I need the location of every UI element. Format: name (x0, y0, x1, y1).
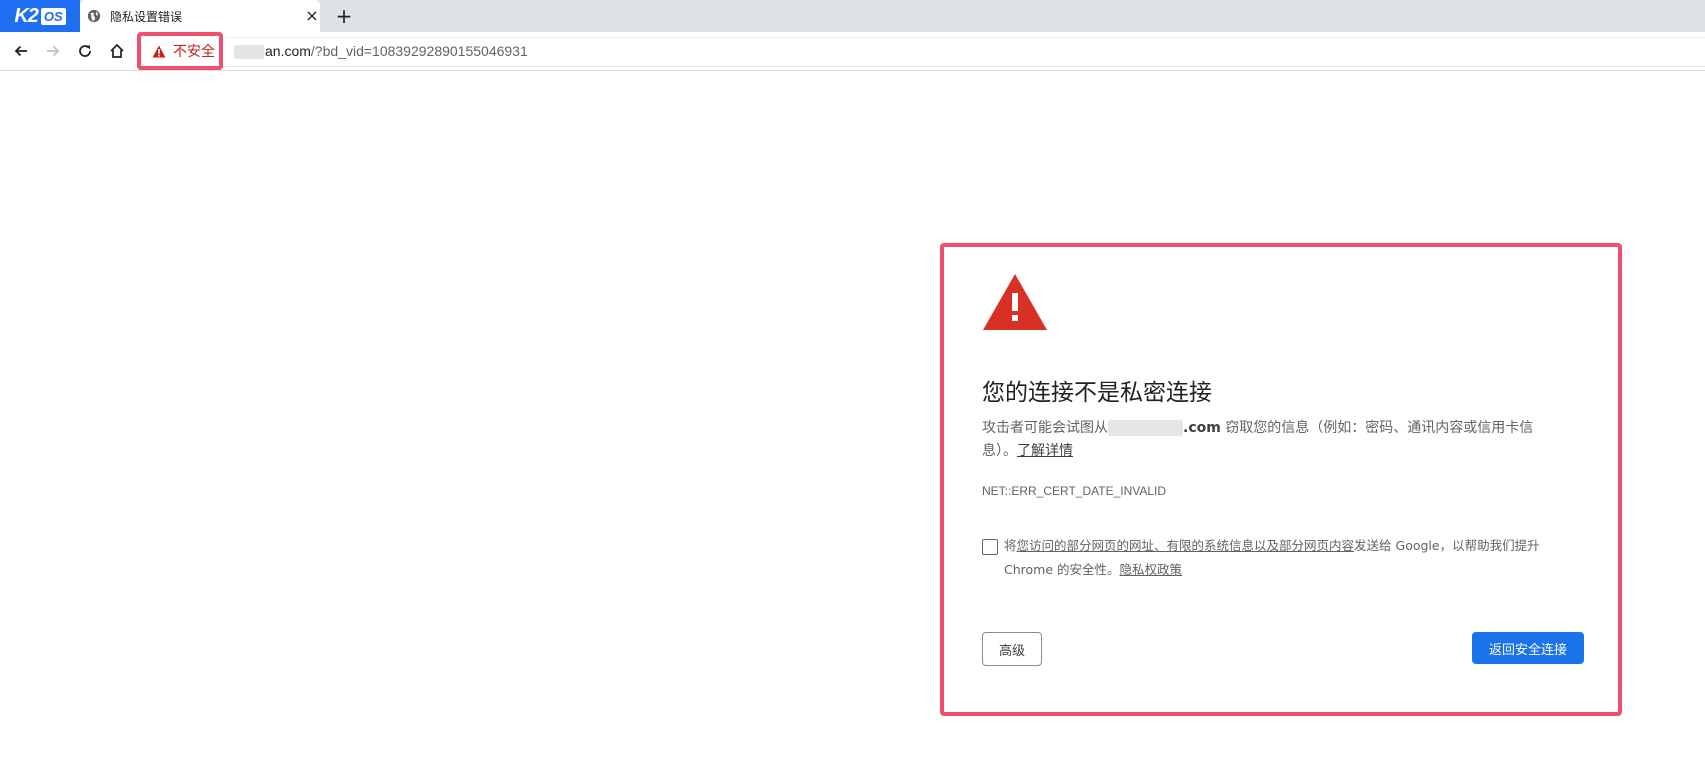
error-description: 攻击者可能会试图从 .com 窃取您的信息（例如：密码、通讯内容或信用卡信息）。了… (982, 417, 1562, 463)
forward-button[interactable] (42, 40, 64, 62)
report-optin-text: 将您访问的部分网页的网址、有限的系统信息以及部分网页内容发送给 Google，以… (1004, 534, 1584, 582)
back-arrow-icon (14, 45, 27, 57)
not-secure-label: 不安全 (173, 44, 215, 60)
optin-details-link[interactable]: 您访问的部分网页的网址、有限的系统信息以及部分网页内容 (1017, 538, 1355, 553)
warning-triangle-icon (152, 45, 166, 57)
not-secure-chip[interactable]: 不安全 (137, 32, 223, 70)
tab-title: 隐私设置错误 (110, 10, 183, 24)
redacted-host (234, 45, 264, 60)
optin-pre: 将 (1004, 538, 1017, 553)
new-tab-button[interactable]: + (332, 4, 356, 28)
k2os-logo: K2 OS (0, 0, 80, 32)
desc-prefix: 攻击者可能会试图从 (982, 420, 1108, 436)
address-text[interactable]: an.com/?bd_vid=10839292890155046931 (234, 43, 528, 60)
close-tab-icon[interactable]: × (302, 6, 322, 26)
error-code: NET::ERR_CERT_DATE_INVALID (982, 484, 1167, 498)
reload-button[interactable] (74, 40, 96, 62)
reload-icon (79, 45, 91, 57)
forward-arrow-icon (47, 45, 60, 57)
logo-badge: OS (40, 7, 66, 25)
globe-icon (87, 9, 101, 23)
tab-strip: K2 OS 隐私设置错误 × + (0, 0, 1705, 34)
redacted-domain (1108, 420, 1183, 436)
learn-more-link[interactable]: 了解详情 (1017, 443, 1073, 459)
logo-text: K2 (14, 4, 39, 27)
desc-domain: .com (1183, 420, 1221, 436)
home-button[interactable] (106, 40, 128, 62)
advanced-button[interactable]: 高级 (982, 632, 1042, 666)
back-to-safety-button[interactable]: 返回安全连接 (1472, 632, 1584, 664)
url-path: /?bd_vid=10839292890155046931 (310, 43, 528, 59)
url-host: an.com (265, 43, 311, 59)
report-optin-checkbox[interactable] (982, 539, 998, 555)
large-warning-triangle-icon (983, 274, 1047, 330)
privacy-policy-link[interactable]: 隐私权政策 (1120, 562, 1183, 577)
privacy-error-card: 您的连接不是私密连接 攻击者可能会试图从 .com 窃取您的信息（例如：密码、通讯… (940, 243, 1622, 716)
page-title: 您的连接不是私密连接 (982, 380, 1212, 406)
home-icon (110, 43, 124, 58)
back-button[interactable] (10, 40, 32, 62)
